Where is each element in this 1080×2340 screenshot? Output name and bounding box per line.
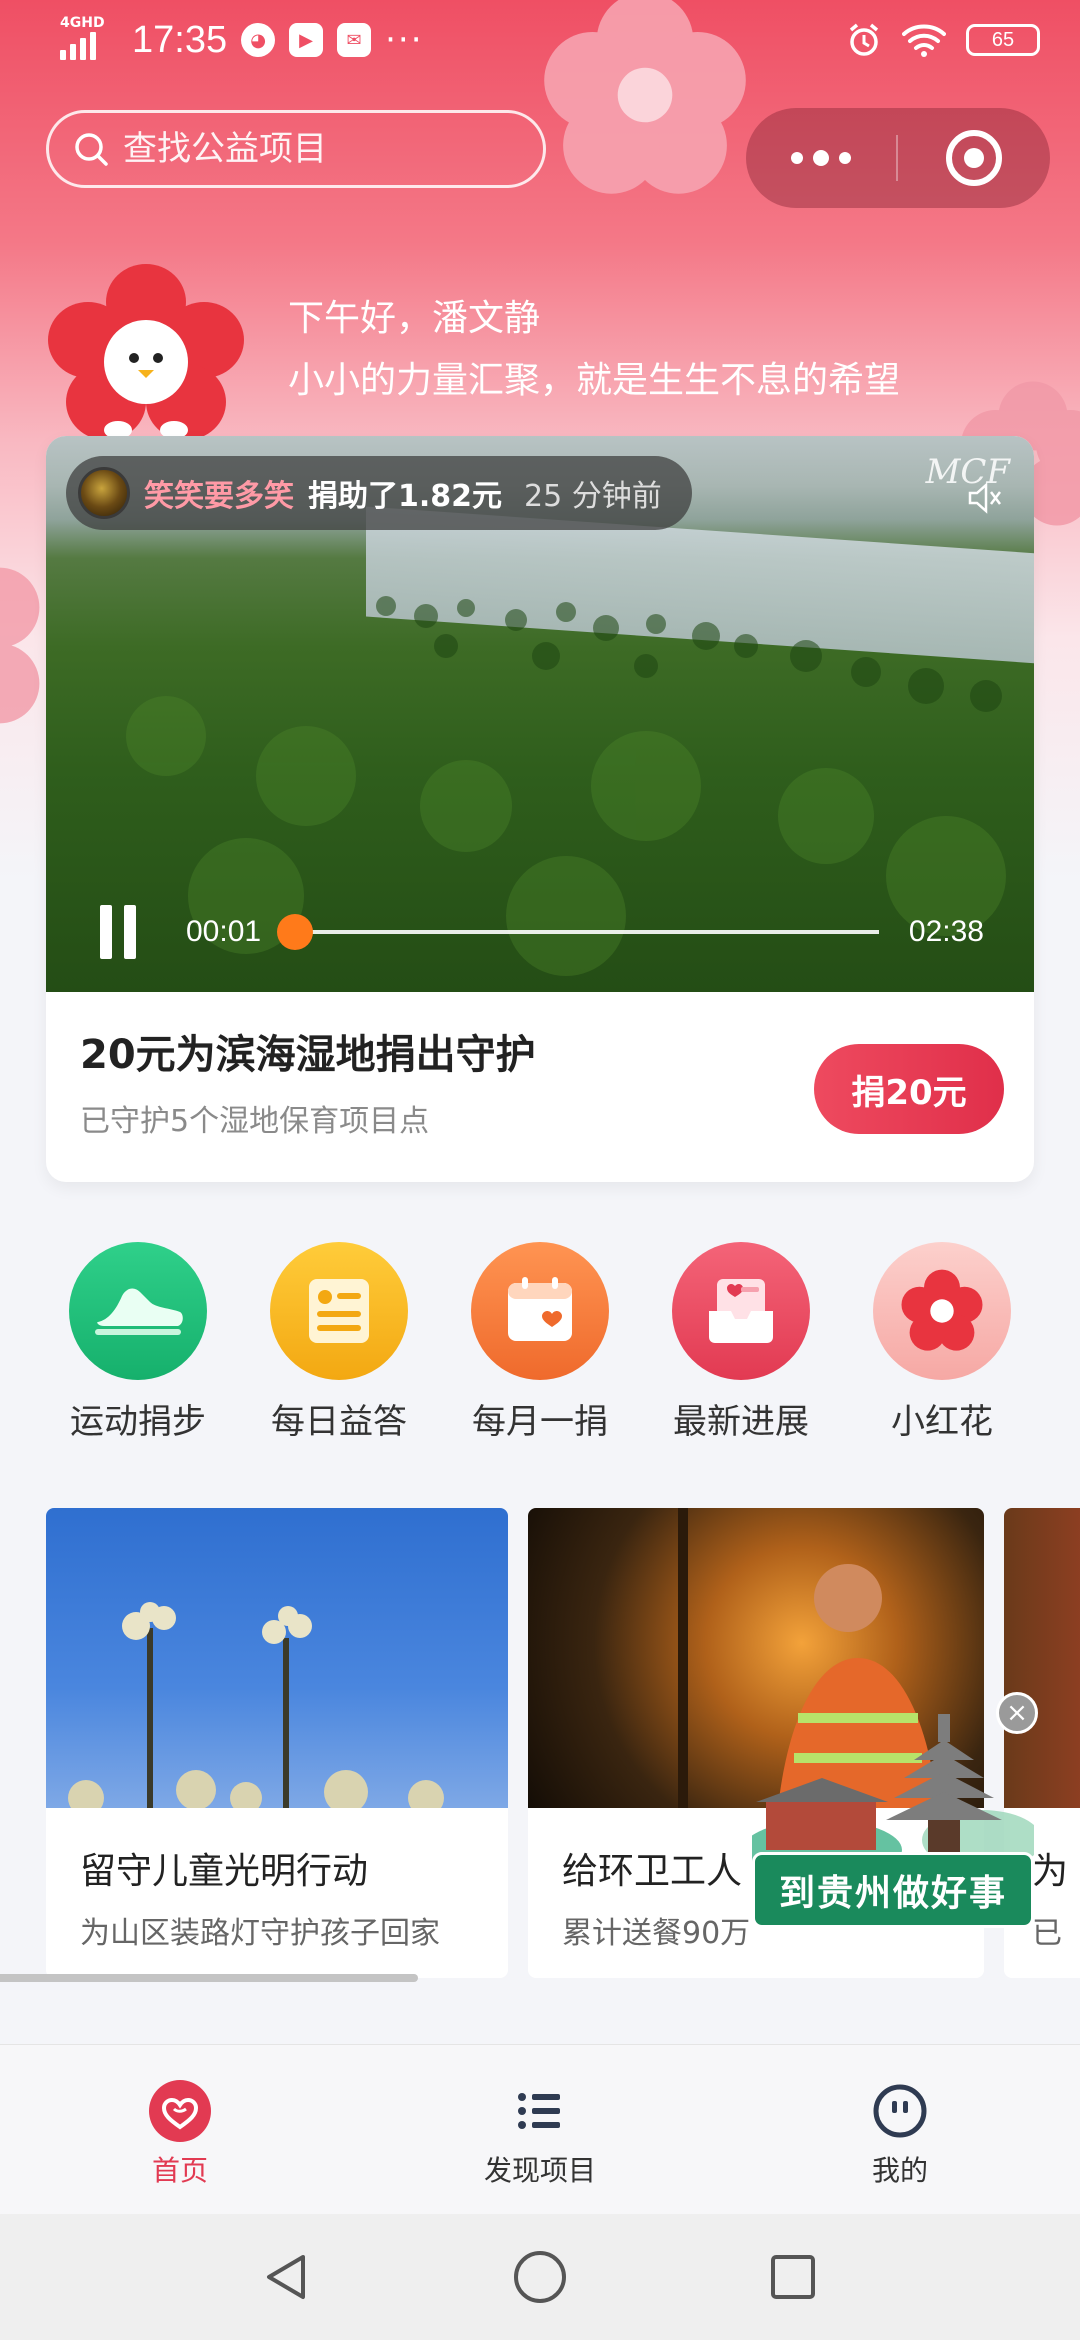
red-flower-icon [873, 1242, 1011, 1380]
greeting-slogan: 小小的力量汇聚，就是生生不息的希望 [288, 360, 901, 401]
video-controls: 00:01 02:38 [46, 872, 1034, 992]
alarm-icon [849, 23, 879, 56]
pause-button[interactable] [100, 905, 140, 959]
video-progress-bar[interactable] [276, 914, 879, 950]
recents-icon[interactable] [765, 2249, 821, 2305]
progress-knob[interactable] [276, 914, 313, 950]
donor-time: 25 分钟前 [524, 479, 662, 514]
donor-amount: 捐助了1.82元 [308, 479, 503, 514]
tab-discover[interactable]: 发现项目 [360, 2045, 720, 2214]
drum-tower-icon [752, 1714, 1034, 1870]
tab-home[interactable]: 首页 [0, 2045, 360, 2214]
project-info: 20元为滨海湿地捐出守护 已守护5个湿地保育项目点 捐20元 [46, 992, 1034, 1182]
shortcut-red-flower[interactable]: 小红花 [850, 1242, 1034, 1443]
tab-label: 我的 [871, 2154, 928, 2187]
wifi-icon [902, 24, 946, 57]
shortcut-monthly-donation[interactable]: 每月一捐 [448, 1242, 632, 1443]
video-player[interactable]: 笑笑要多笑 捐助了1.82元 25 分钟前 MCF 00:01 02:38 [46, 436, 1034, 992]
palm-trees-illustration [68, 1602, 444, 1808]
battery-icon: 65 [966, 24, 1040, 56]
inbox-icon [672, 1242, 810, 1380]
guizhou-floating-ad[interactable]: × 到贵州做好事 [752, 1692, 1038, 1970]
shortcut-label: 最新进展 [673, 1402, 809, 1442]
close-miniprogram-button[interactable] [898, 108, 1050, 208]
project-subtitle: 为山区装路灯守护孩子回家 [80, 1916, 440, 1951]
profile-icon [873, 2084, 927, 2138]
guizhou-ad-label: 到贵州做好事 [752, 1852, 1034, 1928]
tab-label: 首页 [151, 2154, 208, 2187]
system-navigation-bar [0, 2214, 1080, 2340]
shortcut-grid: 运动捐步 每日益答 每月一捐 最新进展 小红花 [46, 1242, 1034, 1443]
project-title: 为 [1032, 1851, 1069, 1892]
list-icon [518, 2093, 560, 2129]
search-bar[interactable] [46, 110, 546, 188]
project-card[interactable]: 留守儿童光明行动 为山区装路灯守护孩子回家 [46, 1508, 508, 1978]
featured-project-card[interactable]: 笑笑要多笑 捐助了1.82元 25 分钟前 MCF 00:01 02:38 20… [46, 436, 1034, 1182]
shortcut-latest-progress[interactable]: 最新进展 [649, 1242, 833, 1443]
mute-icon[interactable] [964, 478, 1004, 518]
shortcut-step-donation[interactable]: 运动捐步 [46, 1242, 230, 1443]
donor-name: 笑笑要多笑 [144, 479, 294, 514]
decorative-flower-icon [0, 567, 40, 724]
search-input[interactable] [123, 129, 523, 169]
red-flower-mascot-icon [48, 264, 244, 440]
video-app-icon: ▶ [289, 23, 324, 57]
project-image [46, 1508, 508, 1808]
status-bar: 4GHD 17:35 ◕ ▶ ✉ ··· 65 [0, 0, 1080, 84]
calendar-icon [471, 1242, 609, 1380]
more-notifications-icon: ··· [385, 20, 424, 60]
bottom-tab-bar: 首页 发现项目 我的 [0, 2044, 1080, 2214]
project-title: 留守儿童光明行动 [80, 1851, 369, 1892]
greeting-title: 下午好，潘文静 [288, 298, 541, 339]
more-options-button[interactable] [746, 108, 896, 208]
home-icon[interactable] [512, 2249, 568, 2305]
current-time: 00:01 [186, 915, 262, 948]
carousel-scroll-indicator [0, 1974, 418, 1982]
donate-button[interactable]: 捐20元 [814, 1044, 1004, 1134]
target-icon [946, 130, 1002, 186]
total-time: 02:38 [908, 915, 984, 948]
shortcut-label: 每月一捐 [472, 1402, 608, 1442]
quiz-card-icon [270, 1242, 408, 1380]
miniprogram-capsule [746, 108, 1050, 208]
recent-donor-banner: 笑笑要多笑 捐助了1.82元 25 分钟前 [66, 456, 692, 530]
close-ad-button[interactable]: × [996, 1692, 1038, 1734]
project-subtitle: 已 [1032, 1916, 1062, 1951]
notification-app-icon: ◕ [241, 23, 276, 57]
cellular-signal-icon: 4GHD [60, 15, 108, 62]
back-icon[interactable] [259, 2249, 315, 2305]
search-icon [75, 133, 108, 166]
heart-home-icon [149, 2080, 211, 2142]
tab-profile[interactable]: 我的 [720, 2045, 1080, 2214]
network-type: 4GHD [60, 15, 105, 31]
shortcut-daily-quiz[interactable]: 每日益答 [247, 1242, 431, 1443]
shortcut-label: 运动捐步 [70, 1402, 206, 1442]
greeting: 下午好，潘文静 小小的力量汇聚，就是生生不息的希望 [288, 288, 900, 412]
shortcut-label: 小红花 [891, 1402, 993, 1442]
status-time: 17:35 [132, 18, 228, 61]
shortcut-label: 每日益答 [271, 1402, 407, 1442]
sneaker-icon [69, 1242, 207, 1380]
tab-label: 发现项目 [483, 2154, 596, 2187]
donor-avatar [78, 467, 130, 519]
mail-app-icon: ✉ [337, 23, 372, 57]
